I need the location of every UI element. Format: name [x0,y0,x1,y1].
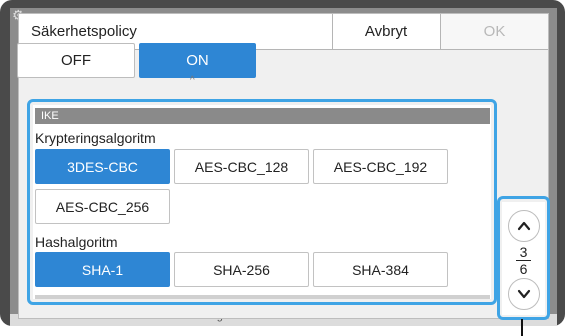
cancel-button[interactable]: Avbryt [332,14,439,49]
highlight-frame-pagination [497,196,550,320]
on-toggle-button[interactable]: ON [139,43,256,78]
dialog-title: Säkerhetspolicy [31,23,137,40]
callout-pointer [521,319,523,336]
off-toggle-button[interactable]: OFF [17,43,135,78]
ok-button[interactable]: OK [440,14,548,49]
highlight-frame-settings [27,99,497,305]
caret-up-icon: ^ [190,75,195,86]
